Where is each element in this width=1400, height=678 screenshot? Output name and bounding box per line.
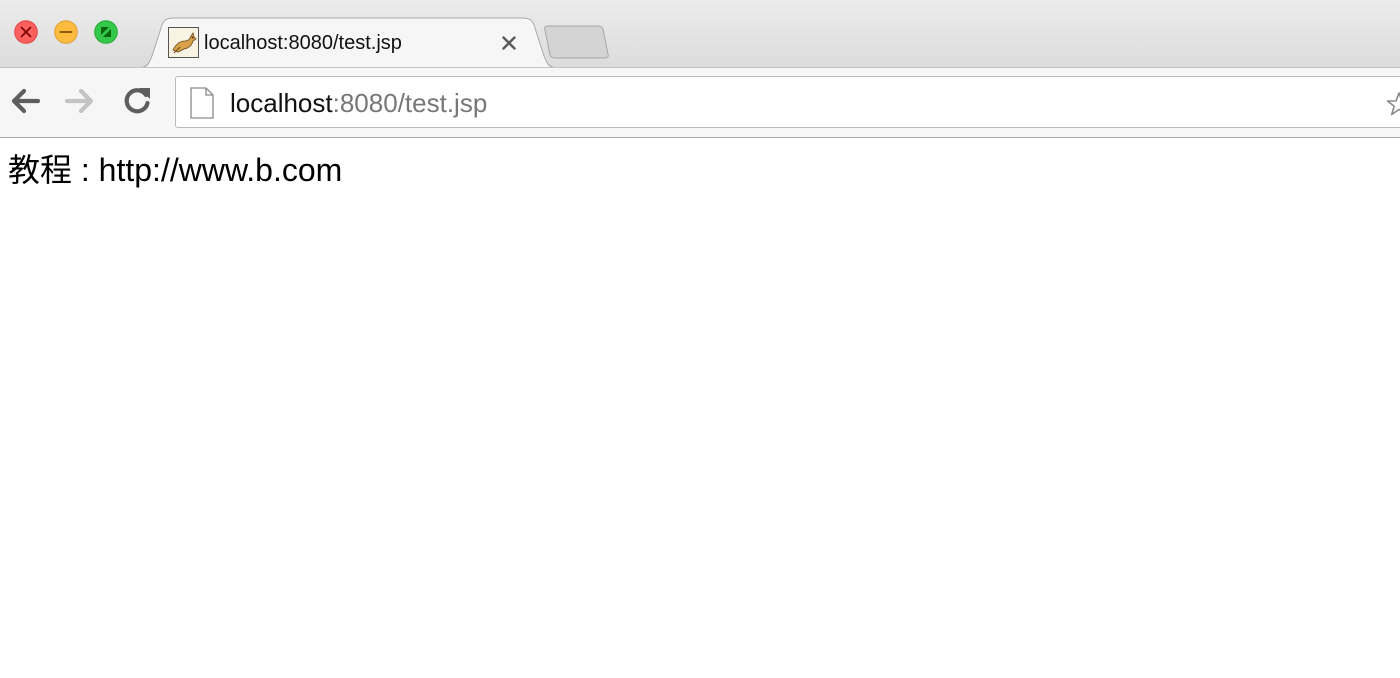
reload-icon <box>124 88 150 114</box>
bookmark-star-button[interactable] <box>1386 91 1400 117</box>
back-button[interactable] <box>7 83 43 119</box>
maximize-icon <box>94 20 118 44</box>
url-port-path: :8080/test.jsp <box>332 88 488 118</box>
page-content: 教程 : http://www.b.com <box>0 138 1400 678</box>
document-icon <box>189 87 215 119</box>
new-tab-icon <box>544 25 609 59</box>
new-tab-button[interactable] <box>542 24 610 60</box>
address-bar[interactable]: localhost:8080/test.jsp <box>175 76 1400 128</box>
browser-window: localhost:8080/test.jsp localhost:8080/t… <box>0 0 1400 678</box>
close-icon <box>14 20 38 44</box>
forward-arrow-icon <box>64 88 94 114</box>
tab-title: localhost:8080/test.jsp <box>204 32 402 54</box>
tab-active[interactable]: localhost:8080/test.jsp <box>138 17 558 68</box>
window-minimize-button[interactable] <box>54 20 78 44</box>
close-icon <box>502 36 516 50</box>
window-close-button[interactable] <box>14 20 38 44</box>
tab-close-button[interactable] <box>496 30 522 56</box>
url-text[interactable]: localhost:8080/test.jsp <box>230 86 487 120</box>
reload-button[interactable] <box>119 83 155 119</box>
tab-strip: localhost:8080/test.jsp <box>0 0 1400 68</box>
window-maximize-button[interactable] <box>94 20 118 44</box>
star-icon <box>1386 92 1400 116</box>
tomcat-icon <box>168 27 199 58</box>
url-host: localhost <box>230 88 333 118</box>
back-arrow-icon <box>11 88 41 114</box>
toolbar: localhost:8080/test.jsp <box>0 67 1400 138</box>
forward-button[interactable] <box>62 83 98 119</box>
minimize-icon <box>54 20 78 44</box>
page-body-text: 教程 : http://www.b.com <box>8 152 343 188</box>
